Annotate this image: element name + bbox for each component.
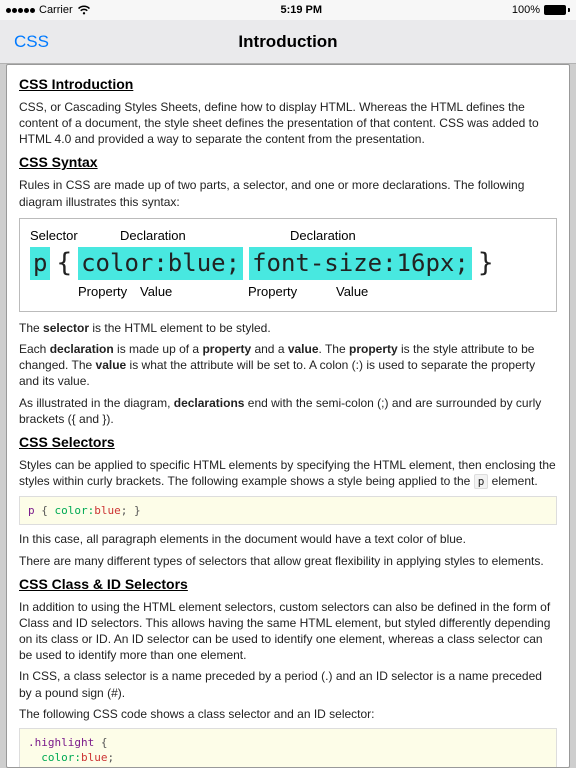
diagram-label-value-1: Value [130, 283, 220, 301]
para-manytypes: There are many different types of select… [19, 553, 557, 569]
nav-bar: CSS Introduction [0, 20, 576, 64]
para-classid-1: In addition to using the HTML element se… [19, 599, 557, 664]
syntax-diagram: Selector Declaration Declaration p { col… [19, 218, 557, 312]
clock: 5:19 PM [280, 4, 322, 16]
heading-classid: CSS Class & ID Selectors [19, 575, 557, 594]
diagram-label-property-1: Property [30, 283, 130, 301]
para-illustrated: As illustrated in the diagram, declarati… [19, 395, 557, 427]
page-title: Introduction [0, 32, 576, 52]
para-syntax: Rules in CSS are made up of two parts, a… [19, 177, 557, 209]
inline-code-p: p [474, 474, 489, 489]
back-button[interactable]: CSS [0, 32, 49, 52]
heading-selectors: CSS Selectors [19, 433, 557, 452]
carrier-label: Carrier [39, 4, 73, 16]
signal-icon [6, 8, 35, 13]
content-stage: CSS Introduction CSS, or Cascading Style… [0, 64, 576, 768]
diagram-brace-close: } [478, 246, 494, 281]
para-declaration-def: Each declaration is made up of a propert… [19, 341, 557, 390]
battery-icon [544, 5, 570, 15]
code-block-2: .highlight { color:blue; font-weight:bol… [19, 728, 557, 768]
para-selector-def: The selector is the HTML element to be s… [19, 320, 557, 336]
para-selectors: Styles can be applied to specific HTML e… [19, 457, 557, 490]
diagram-label-declaration-1: Declaration [90, 227, 250, 245]
document-page[interactable]: CSS Introduction CSS, or Cascading Style… [6, 64, 570, 768]
diagram-label-selector: Selector [30, 227, 90, 245]
battery-percent: 100% [512, 4, 540, 16]
diagram-label-property-2: Property [220, 283, 320, 301]
diagram-declaration-2: font-size:16px; [249, 247, 472, 279]
para-inthiscase: In this case, all paragraph elements in … [19, 531, 557, 547]
status-bar: Carrier 5:19 PM 100% [0, 0, 576, 20]
para-classid-3: The following CSS code shows a class sel… [19, 706, 557, 722]
heading-syntax: CSS Syntax [19, 153, 557, 172]
para-intro: CSS, or Cascading Styles Sheets, define … [19, 99, 557, 148]
diagram-declaration-1: color:blue; [78, 247, 243, 279]
diagram-label-declaration-2: Declaration [250, 227, 356, 245]
diagram-label-value-2: Value [320, 283, 368, 301]
code-block-1: p { color:blue; } [19, 496, 557, 525]
para-classid-2: In CSS, a class selector is a name prece… [19, 668, 557, 700]
wifi-icon [77, 5, 91, 15]
heading-intro: CSS Introduction [19, 75, 557, 94]
diagram-selector-text: p [30, 247, 50, 279]
diagram-brace-open: { [56, 246, 72, 281]
